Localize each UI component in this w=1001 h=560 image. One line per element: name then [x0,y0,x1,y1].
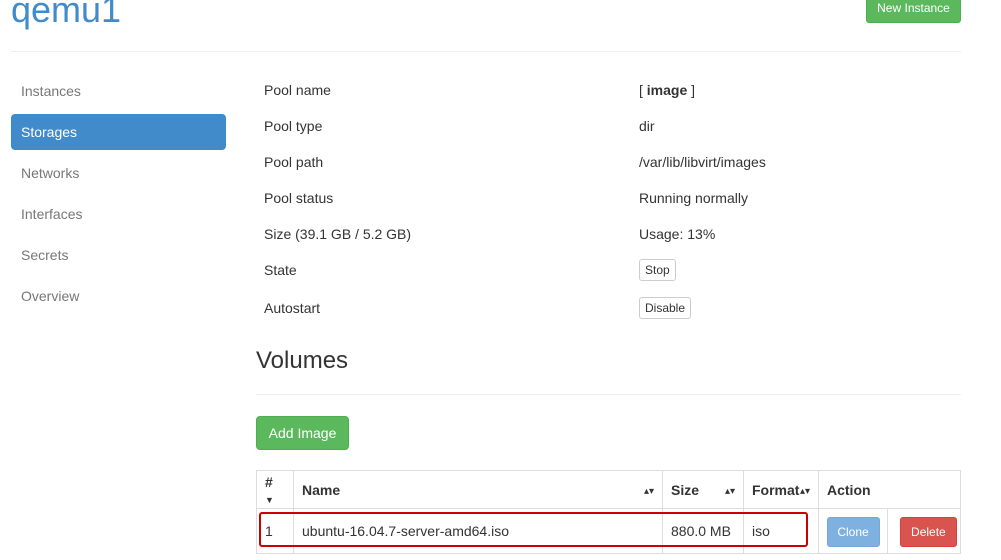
volumes-table: # ▼ Name ▴▾ Size ▴▾ Format ▴▾ Action 1 ubun… [256,470,961,554]
column-header-action: Action [818,470,961,509]
pool-info: Pool name [ image ] Pool type dir Pool p… [256,73,961,329]
pool-name-value: [ image ] [639,82,696,98]
sidebar: Instances Storages Networks Interfaces S… [11,73,226,319]
clone-button[interactable]: Clone [826,517,880,547]
stop-button[interactable]: Stop [639,259,676,281]
pool-size-label: Size (39.1 GB / 5.2 GB) [264,226,412,242]
pool-type-value: dir [639,118,655,134]
sidebar-item-overview[interactable]: Overview [11,278,226,314]
table-row: 1 ubuntu-16.04.7-server-amd64.iso 880.0 … [256,508,961,554]
add-image-button[interactable]: Add Image [256,416,349,450]
pool-name-row: Pool name [ image ] [256,73,961,109]
pool-name-label: Pool name [264,82,331,98]
pool-path-value: /var/lib/libvirt/images [639,154,766,170]
sidebar-item-instances[interactable]: Instances [11,73,226,109]
sort-icon: ▴▾ [724,485,735,497]
sidebar-item-networks[interactable]: Networks [11,155,226,191]
volume-name: ubuntu-16.04.7-server-amd64.iso [293,508,663,554]
pool-size-row: Size (39.1 GB / 5.2 GB) Usage: 13% [256,217,961,253]
caret-down-icon: ▼ [265,494,274,505]
pool-status-value: Running normally [639,190,748,206]
pool-type-label: Pool type [264,118,323,134]
volumes-divider [256,394,961,395]
pool-autostart-row: Autostart Disable [256,291,961,329]
sidebar-item-secrets[interactable]: Secrets [11,237,226,273]
column-header-size[interactable]: Size ▴▾ [662,470,744,509]
pool-state-row: State Stop [256,253,961,291]
sidebar-item-interfaces[interactable]: Interfaces [11,196,226,232]
sort-icon: ▴▾ [643,485,654,497]
disable-autostart-button[interactable]: Disable [639,297,692,319]
column-header-name[interactable]: Name ▴▾ [293,470,663,509]
column-header-num[interactable]: # ▼ [256,470,294,509]
table-header-row: # ▼ Name ▴▾ Size ▴▾ Format ▴▾ Action [256,470,961,509]
pool-autostart-label: Autostart [264,300,321,316]
pool-usage-value: Usage: 13% [639,226,716,242]
volume-size: 880.0 MB [662,508,744,554]
pool-type-row: Pool type dir [256,109,961,145]
sort-icon: ▴▾ [799,485,810,497]
pool-status-row: Pool status Running normally [256,181,961,217]
volumes-heading: Volumes [256,347,349,374]
volume-actions: Clone Delete [818,508,961,554]
header-divider [11,51,961,52]
pool-status-label: Pool status [264,190,334,206]
pool-state-label: State [264,262,297,278]
delete-button[interactable]: Delete [899,517,957,547]
sidebar-item-storages[interactable]: Storages [11,114,226,150]
new-instance-button[interactable]: New Instance [866,0,961,23]
volume-format: iso [743,508,819,554]
page-title: qemu1 [11,0,122,30]
column-header-format[interactable]: Format ▴▾ [743,470,819,509]
volume-num: 1 [256,508,294,554]
pool-path-label: Pool path [264,154,324,170]
pool-path-row: Pool path /var/lib/libvirt/images [256,145,961,181]
